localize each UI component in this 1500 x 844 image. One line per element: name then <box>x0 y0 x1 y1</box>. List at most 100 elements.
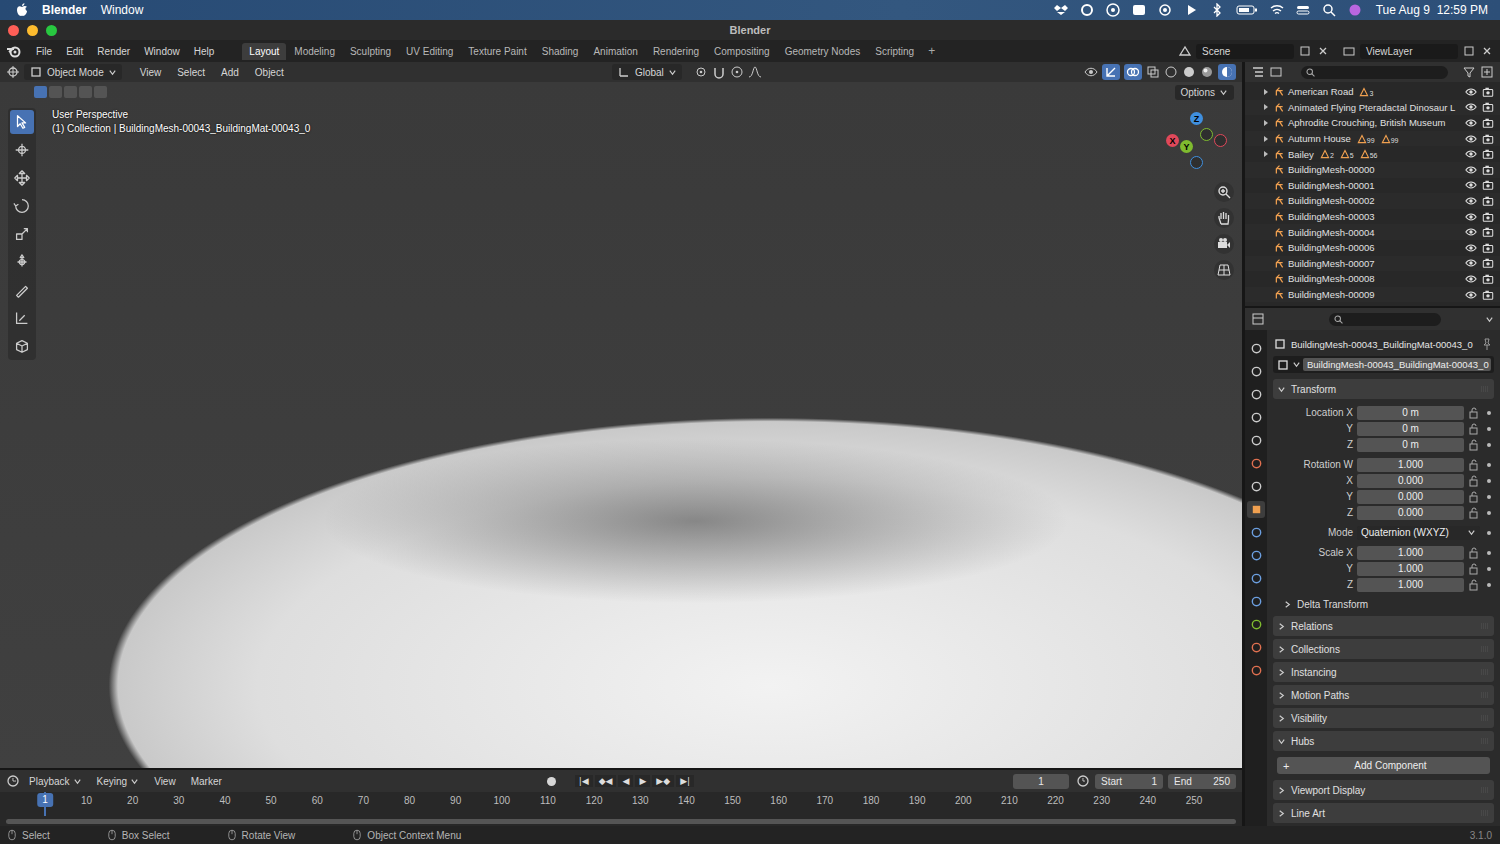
number-field[interactable]: 0.000 <box>1357 506 1464 520</box>
close-button[interactable] <box>8 25 19 36</box>
render-camera-icon[interactable] <box>1482 101 1494 113</box>
tool-button[interactable] <box>10 222 34 246</box>
eye-icon[interactable] <box>1465 179 1477 191</box>
timeline-scrollbar[interactable] <box>6 819 1236 824</box>
properties-tab[interactable] <box>1247 593 1265 610</box>
dropbox-icon[interactable] <box>1054 3 1068 17</box>
viewport-canvas[interactable]: User Perspective(1) Collection | Buildin… <box>0 82 1242 768</box>
outliner-item[interactable]: BuildingMesh-00004 <box>1245 224 1500 240</box>
main-menu-item[interactable]: Help <box>188 44 221 59</box>
main-menu-item[interactable]: Render <box>91 44 136 59</box>
number-field[interactable]: 0 m <box>1357 438 1464 452</box>
expand-toggle[interactable] <box>1261 87 1271 97</box>
keyframe-dot[interactable] <box>1487 463 1491 467</box>
eye-icon[interactable] <box>1465 257 1477 269</box>
properties-tab[interactable] <box>1247 432 1265 449</box>
workspace-tab[interactable]: Animation <box>586 43 644 60</box>
wireframe-shading-icon[interactable] <box>1164 65 1178 79</box>
properties-search[interactable] <box>1329 313 1441 326</box>
eye-icon[interactable] <box>1465 211 1477 223</box>
playback-button[interactable]: ◆◀ <box>595 775 617 787</box>
clock[interactable]: Tue Aug 9 12:59 PM <box>1376 3 1488 17</box>
keyframe-dot[interactable] <box>1487 531 1491 535</box>
lock-icon[interactable] <box>1468 579 1480 591</box>
outliner-item[interactable]: BuildingMesh-00006 <box>1245 240 1500 256</box>
keyframe-dot[interactable] <box>1487 511 1491 515</box>
playback-button[interactable]: ◀ <box>618 775 633 787</box>
tool-button[interactable] <box>10 166 34 190</box>
main-menu-item[interactable]: File <box>30 44 58 59</box>
expand-toggle[interactable] <box>1261 149 1271 159</box>
play-icon[interactable] <box>1184 3 1198 17</box>
mode-dropdown[interactable]: Object Mode <box>24 64 122 80</box>
eye-icon[interactable] <box>1465 226 1477 238</box>
render-camera-icon[interactable] <box>1482 179 1494 191</box>
number-field[interactable]: 1.000 <box>1357 562 1464 576</box>
keyframe-dot[interactable] <box>1487 567 1491 571</box>
bluetooth-icon[interactable] <box>1210 3 1224 17</box>
workspace-tab[interactable]: Layout <box>242 43 286 60</box>
keyframe-dot[interactable] <box>1487 551 1491 555</box>
display-mode-icon[interactable] <box>1269 65 1283 79</box>
outliner-item[interactable]: Aphrodite Crouching, British Museum <box>1245 115 1500 131</box>
grip-icon[interactable] <box>1480 623 1490 629</box>
app-menu[interactable]: Blender <box>42 3 87 17</box>
eye-icon[interactable] <box>1465 289 1477 301</box>
number-field[interactable]: 0.000 <box>1357 474 1464 488</box>
new-collection-icon[interactable] <box>1480 65 1494 79</box>
keyframe-dot[interactable] <box>1487 583 1491 587</box>
snap-icon[interactable] <box>712 65 726 79</box>
scene-field[interactable]: Scene <box>1196 44 1294 59</box>
perspective-button[interactable] <box>1214 260 1234 280</box>
object-datablock[interactable]: BuildingMesh-00043_BuildingMat-00043_0 <box>1273 356 1494 373</box>
preview-range-icon[interactable] <box>1076 774 1090 788</box>
number-field[interactable]: 1.000 <box>1357 458 1464 472</box>
object-name-field[interactable]: BuildingMesh-00043_BuildingMat-00043_0 <box>1303 358 1491 371</box>
grip-icon[interactable] <box>1480 646 1490 652</box>
xray-icon[interactable] <box>1146 65 1160 79</box>
axis-handle[interactable]: Z <box>1190 112 1203 125</box>
panel-header[interactable]: Line Art <box>1273 803 1494 823</box>
siri-icon[interactable] <box>1348 3 1362 17</box>
keyframe-dot[interactable] <box>1487 495 1491 499</box>
grip-icon[interactable] <box>1480 810 1490 816</box>
expand-toggle[interactable] <box>1261 102 1271 112</box>
eye-icon[interactable] <box>1465 148 1477 160</box>
record-button[interactable] <box>547 777 556 786</box>
outliner-item[interactable]: Autumn House 9999 <box>1245 131 1500 147</box>
eye-icon[interactable] <box>1465 133 1477 145</box>
expand-toggle[interactable] <box>1261 118 1271 128</box>
properties-tab[interactable] <box>1247 639 1265 656</box>
axis-handle[interactable]: X <box>1166 134 1179 147</box>
camera-view-button[interactable] <box>1214 234 1234 254</box>
properties-tab[interactable] <box>1247 616 1265 633</box>
lock-icon[interactable] <box>1468 507 1480 519</box>
proportional-icon[interactable] <box>730 65 744 79</box>
workspace-tab[interactable]: Rendering <box>646 43 706 60</box>
keyframe-dot[interactable] <box>1487 479 1491 483</box>
gizmo-toggle[interactable] <box>1102 64 1120 80</box>
outliner-item[interactable]: American Road 3 <box>1245 84 1500 100</box>
negative-axis[interactable] <box>1190 156 1203 169</box>
properties-tab[interactable] <box>1247 340 1265 357</box>
screen-icon[interactable] <box>1132 3 1146 17</box>
panel-header[interactable]: Visibility <box>1273 708 1494 728</box>
render-camera-icon[interactable] <box>1482 133 1494 145</box>
lock-icon[interactable] <box>1468 563 1480 575</box>
number-field[interactable]: 0.000 <box>1357 490 1464 504</box>
outliner-item[interactable]: BuildingMesh-00000 <box>1245 162 1500 178</box>
outliner-item[interactable]: BuildingMesh-00002 <box>1245 193 1500 209</box>
chevron-down-icon[interactable] <box>1485 315 1494 324</box>
properties-tab[interactable] <box>1247 478 1265 495</box>
panel-header[interactable]: Collections <box>1273 639 1494 659</box>
properties-tab[interactable] <box>1247 524 1265 541</box>
render-camera-icon[interactable] <box>1482 289 1494 301</box>
copy-icon[interactable] <box>1462 44 1476 58</box>
render-camera-icon[interactable] <box>1482 242 1494 254</box>
solid-shading-icon[interactable] <box>1182 65 1196 79</box>
grip-icon[interactable] <box>1480 692 1490 698</box>
lock-icon[interactable] <box>1468 547 1480 559</box>
properties-tab[interactable] <box>1247 501 1265 518</box>
lock-icon[interactable] <box>1468 439 1480 451</box>
control-center-icon[interactable] <box>1296 3 1310 17</box>
